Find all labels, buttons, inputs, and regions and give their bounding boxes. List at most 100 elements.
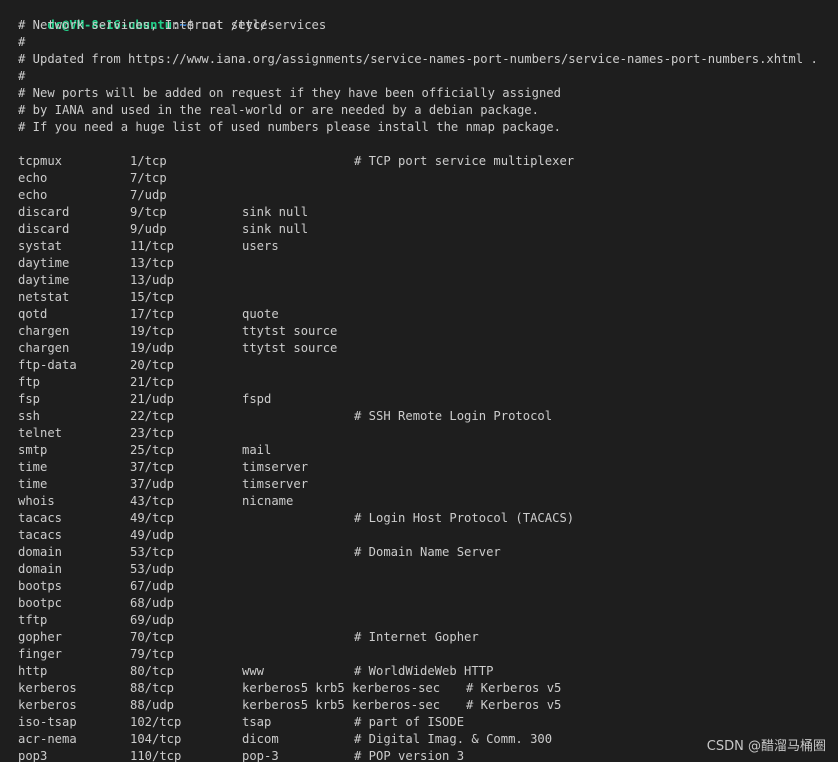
service-name: domain — [18, 562, 63, 576]
service-comment: # Kerberos v5 — [466, 698, 562, 712]
service-name: tcpmux — [18, 154, 63, 168]
service-port: 53/tcp — [130, 545, 175, 559]
service-comment: # POP version 3 — [354, 749, 465, 762]
service-comment: # SSH Remote Login Protocol — [354, 409, 553, 423]
service-name: iso-tsap — [18, 715, 77, 729]
service-aliases: kerberos5 krb5 kerberos-sec — [242, 681, 441, 695]
service-port: 43/tcp — [130, 494, 175, 508]
service-name: ftp-data — [18, 358, 77, 372]
service-row: pop3 110/tcp pop-3 # POP version 3 — [18, 748, 818, 762]
service-row: tacacs 49/udp — [18, 527, 818, 544]
service-port: 23/tcp — [130, 426, 175, 440]
service-name: chargen — [18, 324, 70, 338]
service-port: 20/tcp — [130, 358, 175, 372]
service-row: netstat 15/tcp — [18, 289, 818, 306]
service-row: tftp 69/udp — [18, 612, 818, 629]
service-port: 37/udp — [130, 477, 175, 491]
service-name: echo — [18, 188, 48, 202]
service-port: 49/udp — [130, 528, 175, 542]
service-row: http 80/tcp www # WorldWideWeb HTTP — [18, 663, 818, 680]
csdn-watermark: CSDN @醋溜马桶圈 — [706, 739, 826, 754]
service-name: kerberos — [18, 698, 77, 712]
service-port: 9/tcp — [130, 205, 167, 219]
service-row: domain 53/tcp # Domain Name Server — [18, 544, 818, 561]
service-name: pop3 — [18, 749, 48, 762]
service-row: ftp 21/tcp — [18, 374, 818, 391]
service-comment: # Login Host Protocol (TACACS) — [354, 511, 575, 525]
service-aliases: kerberos5 krb5 kerberos-sec — [242, 698, 441, 712]
service-row: acr-nema 104/tcp dicom # Digital Imag. & Co… — [18, 731, 818, 748]
terminal-output[interactable]: dc@VM-8-16-ubuntu:~$ cat /etc/services #… — [0, 0, 838, 762]
service-name: netstat — [18, 290, 70, 304]
service-aliases: pop-3 — [242, 749, 279, 762]
service-comment: # Kerberos v5 — [466, 681, 562, 695]
service-comment: # WorldWideWeb HTTP — [354, 664, 494, 678]
service-aliases: timserver — [242, 460, 309, 474]
service-name: qotd — [18, 307, 48, 321]
service-row: systat 11/tcp users — [18, 238, 818, 255]
service-name: ssh — [18, 409, 41, 423]
service-comment: # Domain Name Server — [354, 545, 501, 559]
service-name: acr-nema — [18, 732, 77, 746]
service-port: 15/tcp — [130, 290, 175, 304]
service-aliases: mail — [242, 443, 272, 457]
service-comment: # part of ISODE — [354, 715, 465, 729]
prompt-line: dc@VM-8-16-ubuntu:~$ cat /etc/services — [18, 0, 326, 32]
service-row: smtp 25/tcp mail — [18, 442, 818, 459]
service-row: ftp-data 20/tcp — [18, 357, 818, 374]
header-comment-line: # — [18, 69, 26, 83]
service-name: whois — [18, 494, 55, 508]
service-port: 25/tcp — [130, 443, 175, 457]
service-port: 104/tcp — [130, 732, 182, 746]
service-row: fsp 21/udp fspd — [18, 391, 818, 408]
service-aliases: sink null — [242, 222, 309, 236]
service-name: systat — [18, 239, 63, 253]
service-aliases: timserver — [242, 477, 309, 491]
service-name: smtp — [18, 443, 48, 457]
service-name: finger — [18, 647, 63, 661]
service-row: kerberos 88/udp kerberos5 krb5 kerberos-se… — [18, 697, 818, 714]
service-aliases: fspd — [242, 392, 272, 406]
service-port: 13/udp — [130, 273, 175, 287]
service-port: 21/tcp — [130, 375, 175, 389]
service-name: bootpc — [18, 596, 63, 610]
service-port: 19/tcp — [130, 324, 175, 338]
service-name: kerberos — [18, 681, 77, 695]
service-row: time 37/tcp timserver — [18, 459, 818, 476]
service-port: 17/tcp — [130, 307, 175, 321]
service-row: domain 53/udp — [18, 561, 818, 578]
service-port: 53/udp — [130, 562, 175, 576]
service-port: 22/tcp — [130, 409, 175, 423]
service-name: discard — [18, 222, 70, 236]
service-comment: # TCP port service multiplexer — [354, 154, 575, 168]
service-port: 88/udp — [130, 698, 175, 712]
service-row: discard 9/tcp sink null — [18, 204, 818, 221]
header-comment-line: # by IANA and used in the real-world or … — [18, 103, 539, 117]
service-row: finger 79/tcp — [18, 646, 818, 663]
service-aliases: ttytst source — [242, 341, 338, 355]
service-name: bootps — [18, 579, 63, 593]
service-port: 70/tcp — [130, 630, 175, 644]
service-port: 69/udp — [130, 613, 175, 627]
service-port: 9/udp — [130, 222, 167, 236]
service-name: discard — [18, 205, 70, 219]
service-port: 21/udp — [130, 392, 175, 406]
service-row: ssh 22/tcp # SSH Remote Login Protocol — [18, 408, 818, 425]
service-aliases: nicname — [242, 494, 294, 508]
header-comment-line: # — [18, 35, 26, 49]
service-row: chargen 19/tcp ttytst source — [18, 323, 818, 340]
service-row: chargen 19/udp ttytst source — [18, 340, 818, 357]
service-name: tacacs — [18, 528, 63, 542]
service-name: telnet — [18, 426, 63, 440]
service-port: 67/udp — [130, 579, 175, 593]
service-port: 80/tcp — [130, 664, 175, 678]
header-comment-line: # Network services, Internet style — [18, 18, 268, 32]
service-aliases: ttytst source — [242, 324, 338, 338]
service-name: echo — [18, 171, 48, 185]
service-port: 37/tcp — [130, 460, 175, 474]
service-port: 102/tcp — [130, 715, 182, 729]
service-port: 49/tcp — [130, 511, 175, 525]
service-row: echo 7/udp — [18, 187, 818, 204]
header-comment-line: # Updated from https://www.iana.org/assi… — [18, 52, 818, 66]
service-aliases: tsap — [242, 715, 272, 729]
